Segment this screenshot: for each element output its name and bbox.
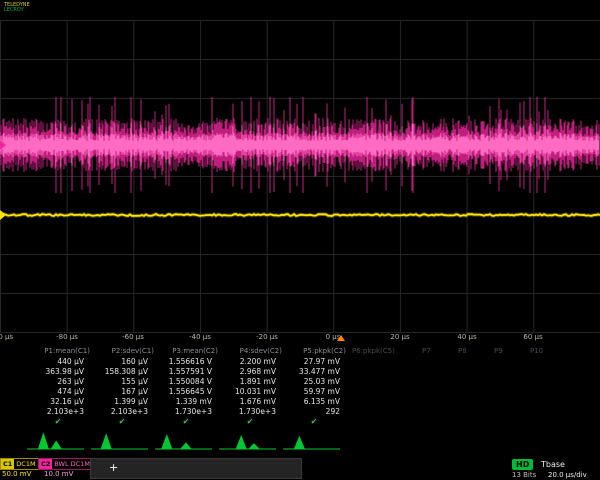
channel-c1-tag: C1 bbox=[1, 459, 14, 469]
cursor-cross-icon[interactable]: + bbox=[109, 462, 118, 473]
time-label: -100 µs bbox=[0, 333, 13, 341]
measure-value: 1.730e+3 bbox=[154, 407, 218, 416]
param-header-p5[interactable]: P5:pkpk(C2) bbox=[282, 347, 346, 355]
channel-c1-vdiv: 50.0 mV bbox=[2, 470, 31, 478]
measure-table: P1:mean(C1) P2:sdev(C1) P3:mean(C2) P4:s… bbox=[0, 345, 600, 426]
param-header-p9[interactable]: P9 bbox=[488, 347, 524, 355]
time-axis: -100 µs -80 µs -60 µs -40 µs -20 µs 0 µs… bbox=[0, 333, 600, 345]
adc-bits-label: 13 Bits bbox=[512, 471, 536, 479]
dialog-strip[interactable]: + bbox=[90, 458, 302, 479]
measure-row-status: ✔ ✔ ✔ ✔ ✔ bbox=[0, 416, 600, 426]
measure-value: 167 µV bbox=[90, 387, 154, 396]
channel-c2-vdiv: 10.0 mV bbox=[44, 470, 73, 478]
measure-row-mean: 363.98 µV 158.308 µV 1.557591 V 2.968 mV… bbox=[0, 366, 600, 376]
measure-header-row: P1:mean(C1) P2:sdev(C1) P3:mean(C2) P4:s… bbox=[0, 345, 600, 356]
measure-value: 1.557591 V bbox=[154, 367, 218, 376]
waveform-traces bbox=[0, 20, 600, 332]
param-header-p6[interactable]: P6:pkpk(C5) bbox=[346, 347, 416, 355]
param-header-p7[interactable]: P7 bbox=[416, 347, 452, 355]
time-label: -60 µs bbox=[122, 333, 144, 341]
measure-value: 32.16 µV bbox=[26, 397, 90, 406]
measure-value: 263 µV bbox=[26, 377, 90, 386]
status-check-icon: ✔ bbox=[218, 417, 282, 426]
measure-row-value: 440 µV 160 µV 1.556616 V 2.200 mV 27.97 … bbox=[0, 356, 600, 366]
histicon-p4[interactable] bbox=[218, 429, 278, 451]
measure-value: 59.97 mV bbox=[282, 387, 346, 396]
time-label: 40 µs bbox=[457, 333, 476, 341]
status-check-icon: ✔ bbox=[90, 417, 154, 426]
trigger-position-marker-icon[interactable] bbox=[337, 335, 345, 341]
histicon-p3[interactable] bbox=[154, 429, 214, 451]
status-check-icon: ✔ bbox=[154, 417, 218, 426]
measure-value: 33.477 mV bbox=[282, 367, 346, 376]
measure-value: 1.556616 V bbox=[154, 357, 218, 366]
measure-value: 10.031 mV bbox=[218, 387, 282, 396]
time-label: -20 µs bbox=[256, 333, 278, 341]
measure-value: 1.339 mV bbox=[154, 397, 218, 406]
histicon-row bbox=[0, 429, 600, 453]
param-header-p2[interactable]: P2:sdev(C1) bbox=[90, 347, 154, 355]
measure-row-num: 2.103e+3 2.103e+3 1.730e+3 1.730e+3 292 bbox=[0, 406, 600, 416]
channel-c1-coupling: DC1M bbox=[14, 460, 37, 468]
measure-value: 363.98 µV bbox=[26, 367, 90, 376]
timebase-descriptor[interactable]: Tbase bbox=[541, 460, 565, 469]
param-header-p8[interactable]: P8 bbox=[452, 347, 488, 355]
channel-c2-descriptor[interactable]: C2 BWL DC1M bbox=[38, 458, 93, 470]
measure-value: 1.550084 V bbox=[154, 377, 218, 386]
measure-value: 1.399 µV bbox=[90, 397, 154, 406]
param-header-p10[interactable]: P10 bbox=[524, 347, 560, 355]
measure-value: 2.103e+3 bbox=[90, 407, 154, 416]
measure-value: 1.676 mV bbox=[218, 397, 282, 406]
time-label: 60 µs bbox=[523, 333, 542, 341]
channel-c1-descriptor[interactable]: C1 DC1M bbox=[0, 458, 39, 470]
param-header-p4[interactable]: P4:sdev(C2) bbox=[218, 347, 282, 355]
measure-value: 292 bbox=[282, 407, 346, 416]
histicon-p1[interactable] bbox=[26, 429, 86, 451]
measure-row-max: 474 µV 167 µV 1.556645 V 10.031 mV 59.97… bbox=[0, 386, 600, 396]
measure-value: 2.200 mV bbox=[218, 357, 282, 366]
status-bar: C1 DC1M C2 BWL DC1M 50.0 mV 10.0 mV + HD… bbox=[0, 457, 600, 480]
measure-value: 160 µV bbox=[90, 357, 154, 366]
time-label: -40 µs bbox=[189, 333, 211, 341]
measure-value: 158.308 µV bbox=[90, 367, 154, 376]
measure-value: 1.891 mV bbox=[218, 377, 282, 386]
time-label: 20 µs bbox=[390, 333, 409, 341]
measure-value: 2.968 mV bbox=[218, 367, 282, 376]
status-check-icon: ✔ bbox=[26, 417, 90, 426]
measure-row-sdev: 32.16 µV 1.399 µV 1.339 mV 1.676 mV 6.13… bbox=[0, 396, 600, 406]
channel-c2-tag: C2 bbox=[39, 459, 52, 469]
measure-value: 440 µV bbox=[26, 357, 90, 366]
brand-logo: TELEDYNE LECROY bbox=[4, 3, 30, 13]
measure-value: 1.730e+3 bbox=[218, 407, 282, 416]
histicon-p5[interactable] bbox=[282, 429, 342, 451]
measure-value: 6.135 mV bbox=[282, 397, 346, 406]
time-label: -80 µs bbox=[56, 333, 78, 341]
measure-value: 25.03 mV bbox=[282, 377, 346, 386]
oscilloscope-screen: TELEDYNE LECROY -100 µs -80 µs -60 µs -4… bbox=[0, 0, 600, 480]
histicon-p2[interactable] bbox=[90, 429, 150, 451]
hd-badge[interactable]: HD bbox=[512, 459, 533, 470]
timebase-value: 20.0 µs/div bbox=[548, 471, 587, 479]
waveform-grid[interactable] bbox=[0, 20, 600, 333]
measure-row-min: 263 µV 155 µV 1.550084 V 1.891 mV 25.03 … bbox=[0, 376, 600, 386]
param-header-p1[interactable]: P1:mean(C1) bbox=[26, 347, 90, 355]
status-check-icon: ✔ bbox=[282, 417, 346, 426]
measure-value: 2.103e+3 bbox=[26, 407, 90, 416]
measure-value: 27.97 mV bbox=[282, 357, 346, 366]
measure-value: 155 µV bbox=[90, 377, 154, 386]
measure-value: 1.556645 V bbox=[154, 387, 218, 396]
logo-line-2: LECROY bbox=[4, 8, 30, 13]
param-header-p3[interactable]: P3:mean(C2) bbox=[154, 347, 218, 355]
channel-c2-coupling: BWL DC1M bbox=[52, 460, 92, 468]
measure-value: 474 µV bbox=[26, 387, 90, 396]
